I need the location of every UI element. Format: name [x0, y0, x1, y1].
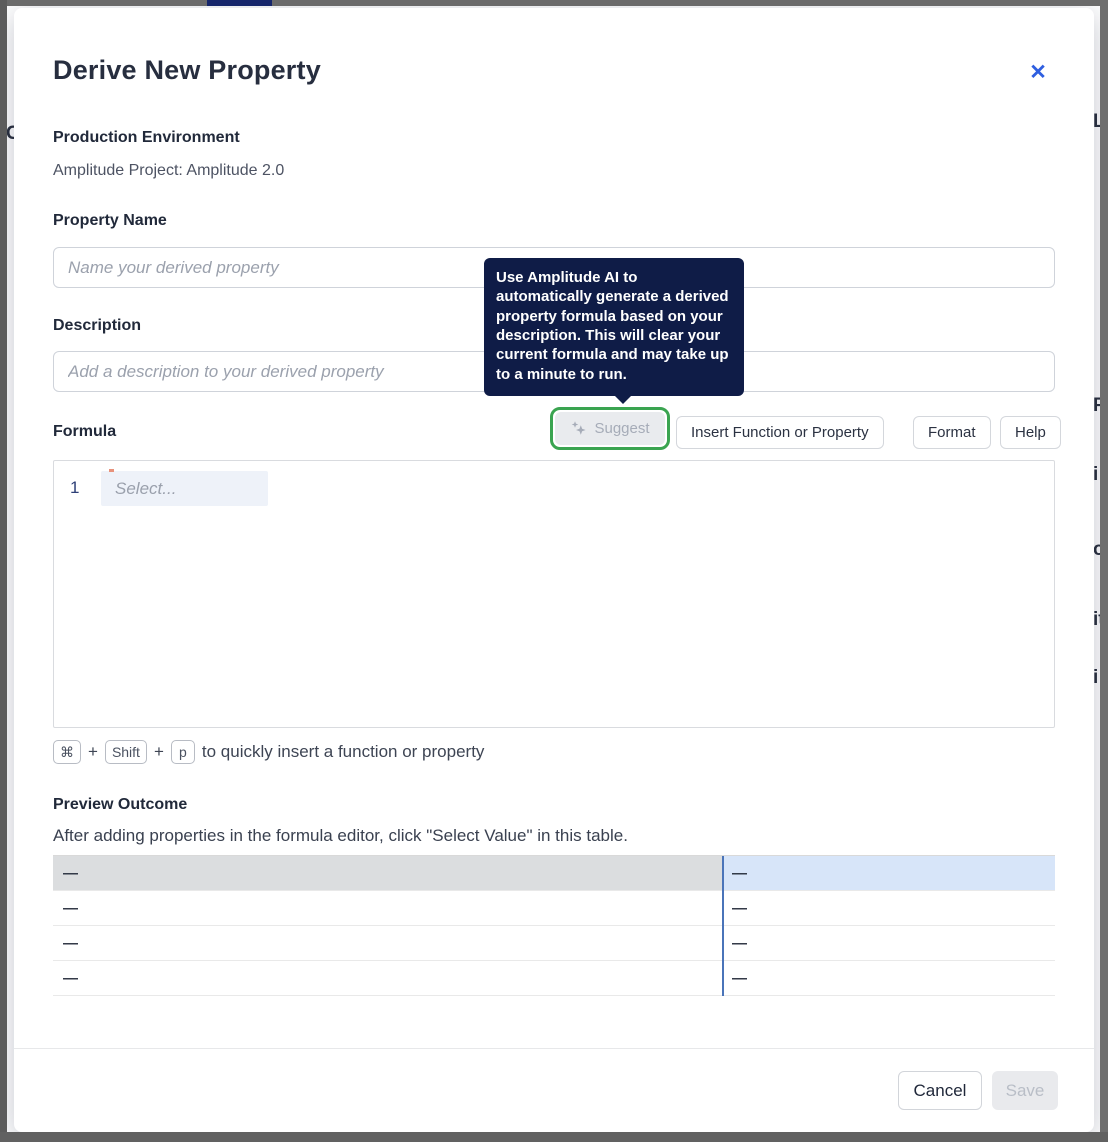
modal-title: Derive New Property	[53, 55, 321, 85]
property-name-label: Property Name	[53, 212, 167, 229]
screenshot-frame-right	[1100, 0, 1108, 1142]
save-button[interactable]: Save	[992, 1071, 1058, 1110]
table-cell[interactable]: —	[722, 961, 1055, 995]
preview-outcome-label: Preview Outcome	[53, 796, 188, 813]
insert-function-or-property-button[interactable]: Insert Function or Property	[676, 416, 884, 449]
table-column-divider	[722, 856, 724, 996]
environment-project: Amplitude Project: Amplitude 2.0	[53, 162, 285, 179]
table-row[interactable]: — —	[53, 891, 1055, 926]
description-label: Description	[53, 317, 142, 334]
screenshot-frame-top	[0, 0, 1108, 6]
p-key: p	[170, 740, 195, 764]
table-cell[interactable]: —	[722, 856, 1055, 890]
suggest-button[interactable]: Suggest	[555, 412, 665, 445]
table-row[interactable]: — —	[53, 856, 1055, 891]
background-text-fragment: P	[1093, 395, 1100, 416]
environment-label: Production Environment	[53, 129, 240, 146]
sparkles-icon	[570, 420, 587, 437]
table-cell[interactable]: —	[53, 926, 722, 960]
suggest-highlight-ring: Suggest	[550, 407, 670, 450]
cancel-button[interactable]: Cancel	[898, 1071, 982, 1110]
formula-editor[interactable]: 1 Select...	[53, 460, 1055, 728]
shortcut-hint-text: to quickly insert a function or property	[201, 742, 485, 761]
preview-table: — — — — — — — —	[53, 855, 1055, 996]
format-button[interactable]: Format	[913, 416, 991, 449]
derive-new-property-modal: Derive New Property ✕ Production Environ…	[14, 8, 1094, 1132]
footer-divider	[14, 1048, 1094, 1049]
screenshot-frame-left	[0, 0, 7, 1142]
shift-key: Shift	[104, 740, 147, 764]
formula-select-placeholder[interactable]: Select...	[101, 471, 268, 506]
shortcut-hint: ⌘ + Shift + p to quickly insert a functi…	[53, 740, 484, 764]
background-text-fragment: L	[1093, 111, 1100, 132]
background-text-fragment: o	[1093, 539, 1100, 560]
editor-line-number: 1	[70, 478, 80, 497]
formula-label: Formula	[53, 423, 117, 440]
suggest-tooltip: Use Amplitude AI to automatically genera…	[484, 258, 744, 405]
suggest-button-label: Suggest	[594, 420, 650, 437]
plus-sign: +	[88, 742, 98, 761]
preview-outcome-caption: After adding properties in the formula e…	[53, 826, 628, 845]
tooltip-arrow	[614, 395, 632, 405]
plus-sign: +	[153, 742, 164, 761]
table-cell[interactable]: —	[722, 926, 1055, 960]
table-row[interactable]: — —	[53, 961, 1055, 996]
table-row[interactable]: — —	[53, 926, 1055, 961]
screenshot-frame-bottom	[0, 1132, 1108, 1142]
close-icon[interactable]: ✕	[1022, 56, 1054, 88]
table-cell[interactable]: —	[53, 961, 722, 995]
table-cell[interactable]: —	[53, 891, 722, 925]
background-navy-bar	[207, 0, 272, 6]
table-cell[interactable]: —	[53, 856, 722, 890]
table-cell[interactable]: —	[722, 891, 1055, 925]
editor-cursor-mark	[109, 469, 114, 472]
suggest-tooltip-text: Use Amplitude AI to automatically genera…	[496, 269, 729, 383]
command-key: ⌘	[53, 740, 81, 764]
help-button[interactable]: Help	[1000, 416, 1061, 449]
background-text-fragment: it	[1093, 609, 1100, 630]
